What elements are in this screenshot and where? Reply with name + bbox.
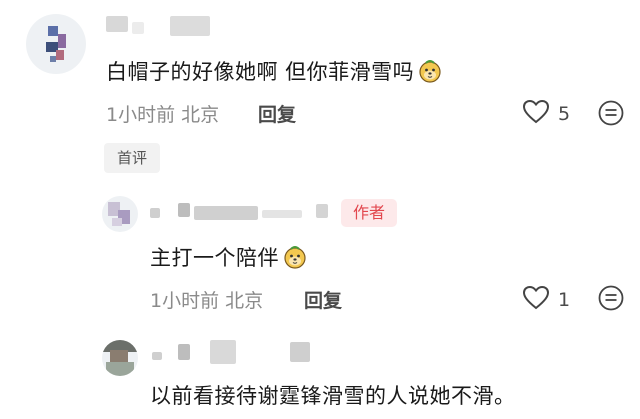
dog-face-emoji-icon (418, 59, 442, 88)
avatar[interactable] (102, 340, 138, 376)
username (290, 342, 310, 362)
username (170, 16, 210, 36)
username (178, 203, 190, 217)
author-badge: 作者 (341, 199, 397, 227)
like-count: 1 (558, 289, 571, 311)
comment-location: 北京 (181, 104, 220, 126)
username[interactable] (106, 16, 128, 32)
comment-time: 1小时前 北京 (106, 104, 220, 126)
comment-time: 1小时前 北京 (150, 290, 264, 312)
avatar[interactable] (102, 196, 138, 232)
like-button[interactable]: 5 (522, 99, 570, 129)
username (210, 340, 236, 364)
username (316, 204, 328, 218)
comment-location: 北京 (225, 290, 264, 312)
reply-button[interactable]: 回复 (258, 100, 296, 127)
username (178, 344, 190, 360)
dog-face-emoji-icon (283, 245, 307, 274)
more-dots-icon[interactable] (598, 100, 624, 130)
username (132, 22, 144, 34)
username (194, 206, 258, 220)
like-button[interactable]: 1 (522, 285, 570, 315)
first-comment-badge: 首评 (104, 143, 160, 173)
more-dots-icon[interactable] (598, 285, 624, 315)
reply-button[interactable]: 回复 (304, 286, 342, 313)
heart-outline-icon (522, 99, 550, 129)
avatar[interactable] (26, 14, 86, 74)
username[interactable] (152, 352, 162, 360)
like-count: 5 (558, 103, 571, 125)
username[interactable] (150, 208, 160, 218)
username (262, 210, 302, 218)
comment-text: 白帽子的好像她啊 但你菲滑雪吗 (106, 56, 442, 88)
heart-outline-icon (522, 285, 550, 315)
comment-text: 以前看接待谢霆锋滑雪的人说她不滑。 (150, 384, 516, 408)
comment-text: 主打一个陪伴 (150, 242, 307, 274)
